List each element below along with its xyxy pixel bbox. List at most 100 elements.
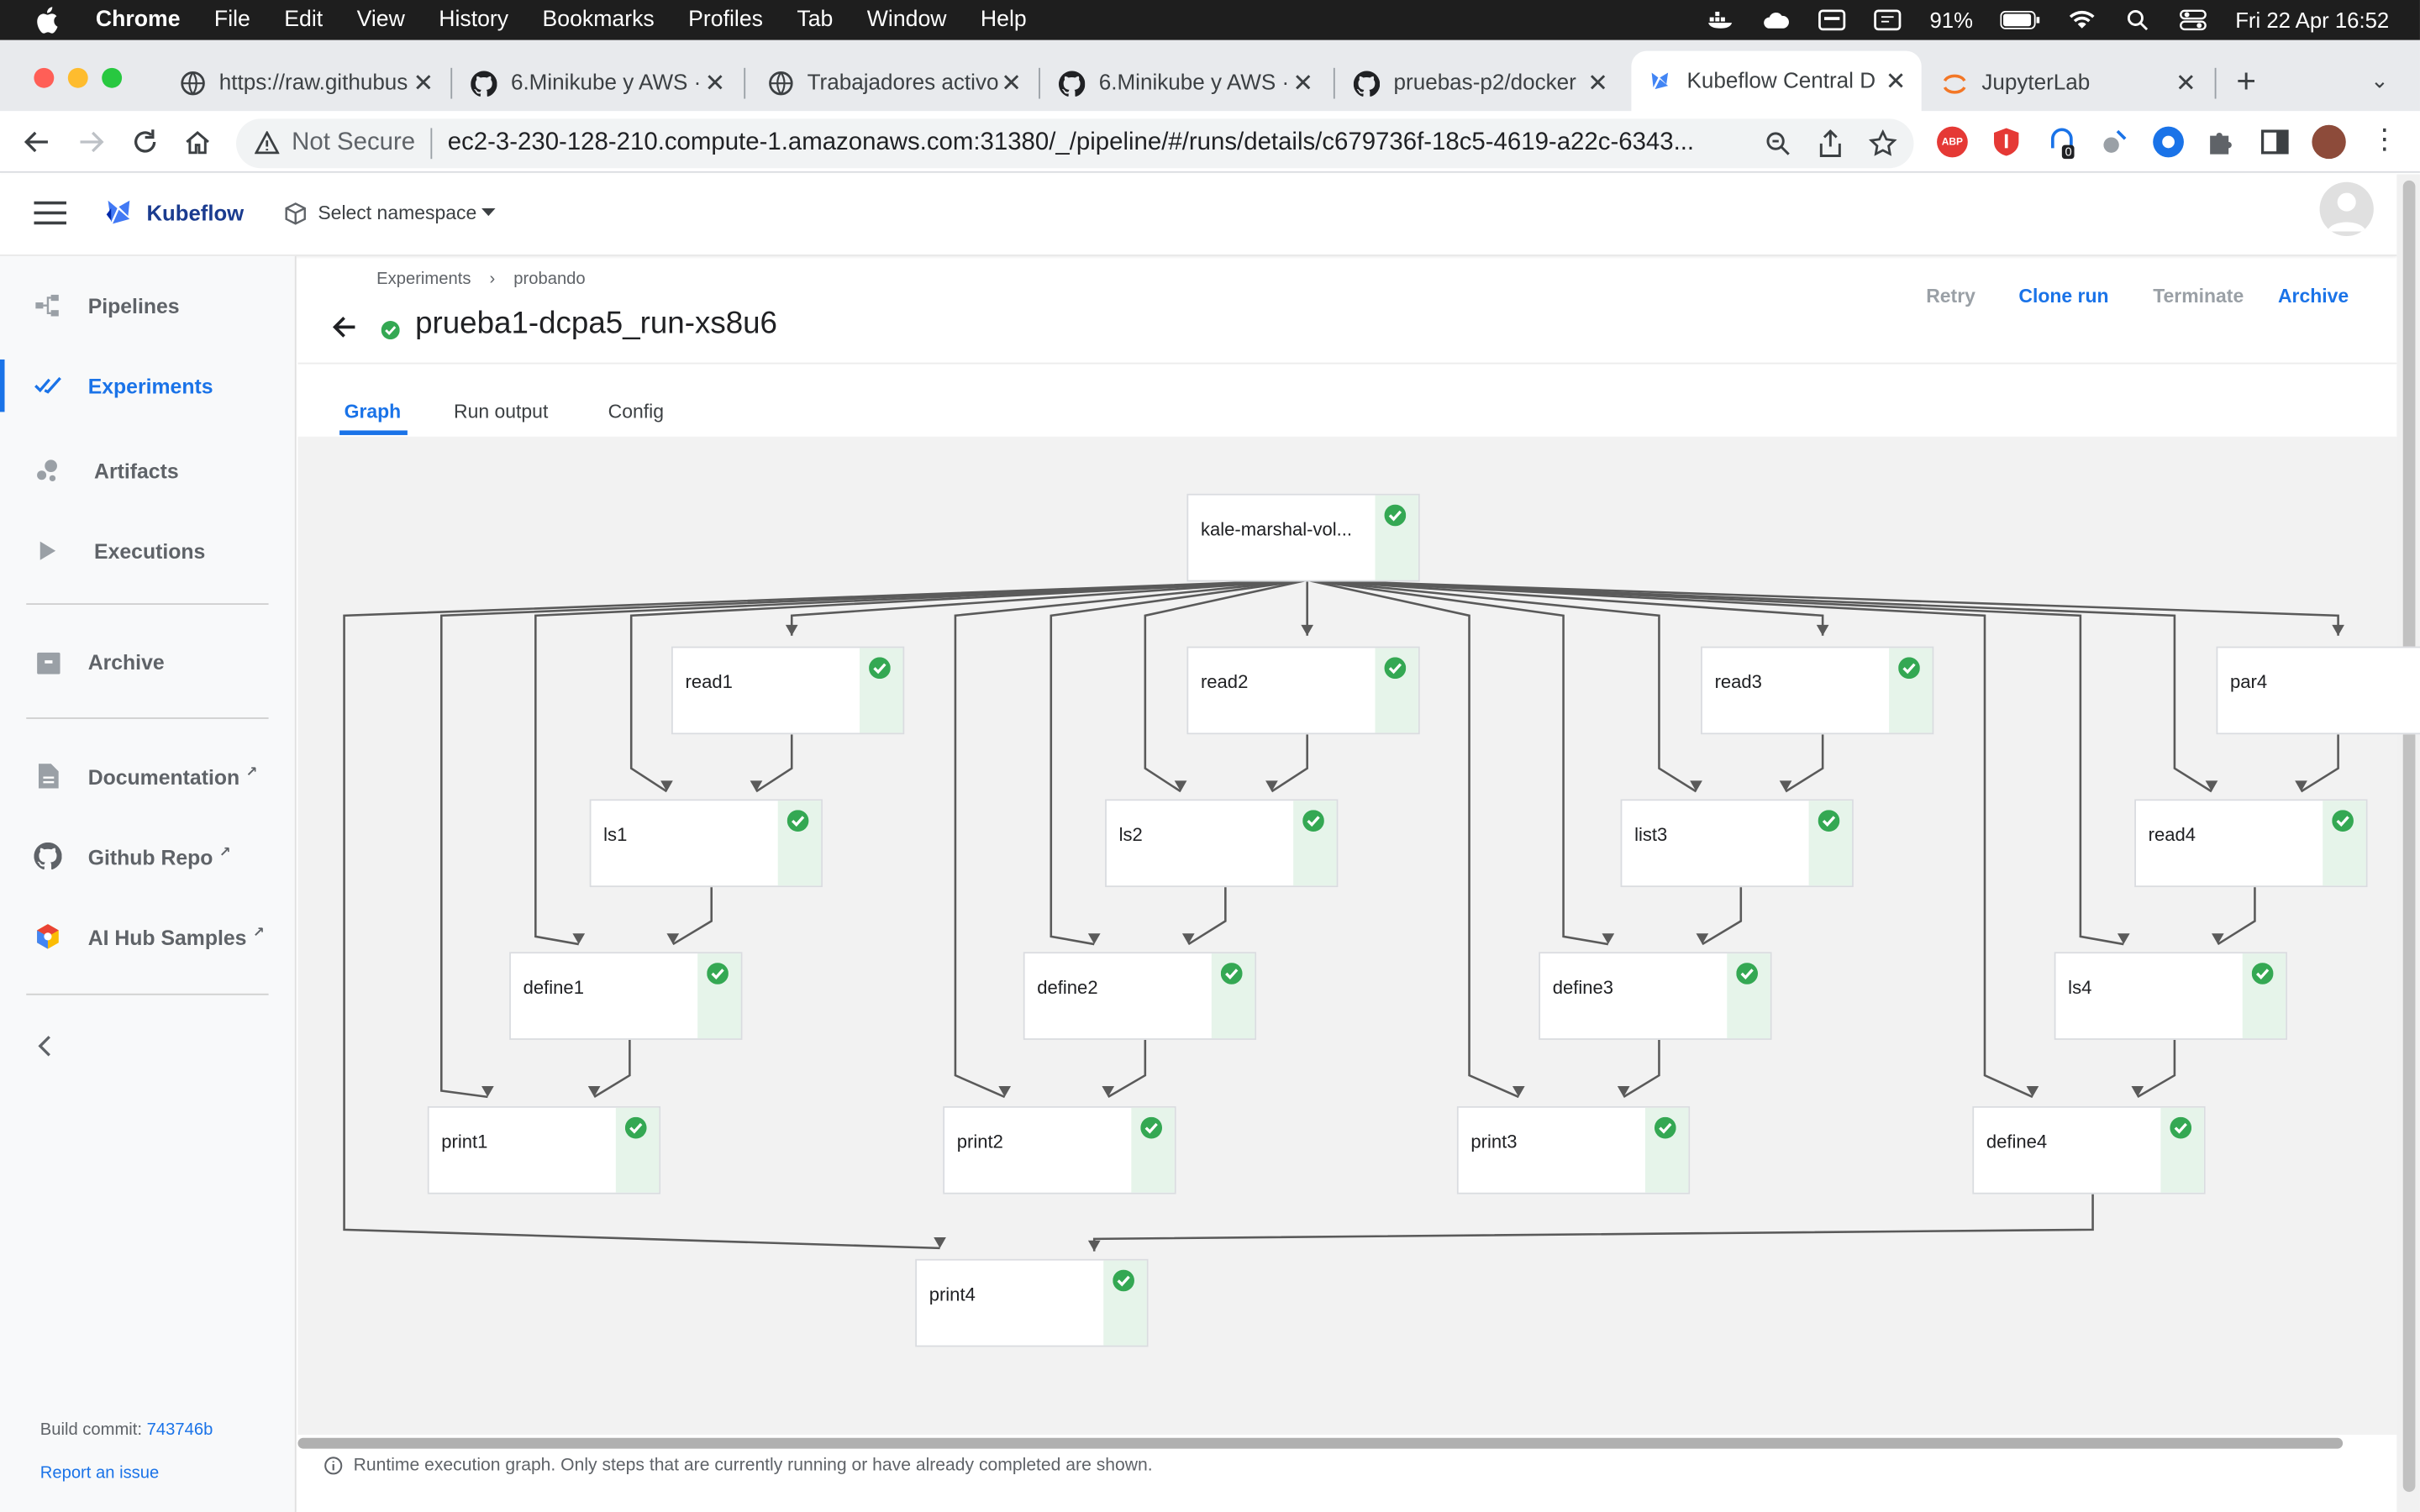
side-panel-icon[interactable] bbox=[2260, 127, 2291, 158]
close-tab-icon[interactable]: ✕ bbox=[1292, 68, 1313, 99]
menu-edit[interactable]: Edit bbox=[284, 8, 323, 32]
menu-file[interactable]: File bbox=[214, 8, 250, 32]
graph-node[interactable]: print4 bbox=[915, 1258, 1149, 1347]
menu-bookmarks[interactable]: Bookmarks bbox=[543, 8, 655, 32]
close-tab-icon[interactable]: ✕ bbox=[413, 68, 434, 99]
vpn-extension-icon[interactable] bbox=[2153, 126, 2184, 158]
docker-icon[interactable] bbox=[1707, 9, 1735, 31]
sidebar-item-github-repo[interactable]: Github Repo ↗ bbox=[0, 826, 293, 887]
puzzle-extensions-icon[interactable] bbox=[2206, 127, 2237, 158]
graph-node[interactable]: read3 bbox=[1701, 646, 1934, 735]
menu-profiles[interactable]: Profiles bbox=[688, 8, 763, 32]
browser-tab-active[interactable]: Kubeflow Central D ✕ bbox=[1631, 50, 1922, 113]
apple-icon[interactable] bbox=[34, 6, 58, 34]
chrome-menu-icon[interactable]: ⋮ bbox=[2370, 123, 2398, 156]
close-window-button[interactable] bbox=[34, 67, 55, 88]
graph-node[interactable]: define1 bbox=[509, 952, 743, 1040]
tab-graph[interactable]: Graph bbox=[345, 402, 402, 423]
shield-extension-icon[interactable] bbox=[1991, 126, 2023, 158]
home-icon[interactable] bbox=[181, 125, 214, 159]
sidebar-item-ai-hub-samples[interactable]: AI Hub Samples ↗ bbox=[0, 906, 293, 967]
menu-chrome[interactable]: Chrome bbox=[96, 8, 181, 32]
build-commit-link[interactable]: 743746b bbox=[147, 1421, 213, 1440]
reload-icon[interactable] bbox=[128, 125, 161, 159]
browser-tab[interactable]: pruebas-p2/docker ✕ bbox=[1353, 59, 1608, 108]
graph-node[interactable]: define2 bbox=[1023, 952, 1257, 1040]
page-scrollbar[interactable] bbox=[2396, 174, 2420, 1512]
bookmark-star-icon[interactable] bbox=[1869, 129, 1897, 157]
wifi-icon[interactable] bbox=[2069, 9, 2096, 31]
close-tab-icon[interactable]: ✕ bbox=[1886, 66, 1907, 97]
collapse-sidebar-chevron-icon[interactable] bbox=[37, 1035, 52, 1057]
kubeflow-brand[interactable]: Kubeflow bbox=[146, 201, 244, 225]
dropdown-arrow-icon[interactable] bbox=[481, 207, 496, 218]
warning-triangle-icon[interactable] bbox=[255, 131, 280, 155]
browser-tab[interactable]: 6.Minikube y AWS · ✕ bbox=[1058, 59, 1313, 108]
zoom-icon[interactable] bbox=[1765, 131, 1790, 155]
graph-node[interactable]: read2 bbox=[1186, 646, 1420, 735]
graph-node[interactable]: par4 bbox=[2216, 646, 2420, 735]
graph-node[interactable]: define4 bbox=[1972, 1105, 2206, 1194]
control-center-icon[interactable] bbox=[2180, 9, 2207, 31]
graph-node[interactable]: kale-marshal-vol... bbox=[1186, 493, 1420, 582]
browser-tab[interactable]: Trabajadores activo ✕ bbox=[767, 59, 1022, 108]
browser-tab[interactable]: https://raw.githubus ✕ bbox=[179, 59, 434, 108]
graph-horizontal-scrollbar[interactable] bbox=[297, 1437, 2344, 1449]
sidebar-item-documentation[interactable]: Documentation ↗ bbox=[0, 745, 293, 806]
terminate-button[interactable]: Terminate bbox=[2153, 286, 2244, 307]
graph-node[interactable]: ls4 bbox=[2054, 952, 2287, 1040]
menu-clock[interactable]: Fri 22 Apr 16:52 bbox=[2235, 8, 2389, 32]
report-issue-link[interactable]: Report an issue bbox=[40, 1464, 160, 1483]
profile-avatar[interactable] bbox=[2312, 124, 2346, 160]
sidebar-item-artifacts[interactable]: Artifacts bbox=[0, 439, 293, 501]
graph-node[interactable]: define3 bbox=[1539, 952, 1772, 1040]
graph-node[interactable]: ls2 bbox=[1105, 799, 1339, 888]
share-icon[interactable] bbox=[1818, 129, 1843, 157]
clone-run-button[interactable]: Clone run bbox=[2018, 286, 2108, 307]
close-tab-icon[interactable]: ✕ bbox=[705, 68, 726, 99]
sidebar-item-experiments[interactable]: Experiments bbox=[0, 354, 293, 416]
close-tab-icon[interactable]: ✕ bbox=[1001, 68, 1022, 99]
address-bar[interactable]: Not Secure ec2-3-230-128-210.compute-1.a… bbox=[236, 118, 1914, 169]
zoom-window-button[interactable] bbox=[102, 67, 123, 88]
graph-node[interactable]: read4 bbox=[2134, 799, 2368, 888]
extension-icon[interactable]: 0 bbox=[2046, 127, 2077, 160]
screen-icon[interactable] bbox=[1874, 9, 1902, 31]
graph-node[interactable]: print3 bbox=[1456, 1105, 1691, 1194]
namespace-selector[interactable]: Select namespace bbox=[318, 202, 476, 224]
menu-history[interactable]: History bbox=[439, 8, 508, 32]
back-arrow-icon[interactable] bbox=[332, 315, 356, 339]
forward-arrow-icon[interactable] bbox=[74, 125, 108, 159]
url-text[interactable]: ec2-3-230-128-210.compute-1.amazonaws.co… bbox=[448, 129, 1760, 157]
retry-button[interactable]: Retry bbox=[1926, 286, 1975, 307]
breadcrumb-probando[interactable]: probando bbox=[513, 270, 585, 288]
graph-node[interactable]: print2 bbox=[943, 1105, 1176, 1194]
new-tab-button[interactable]: + bbox=[2236, 61, 2256, 102]
close-tab-icon[interactable]: ✕ bbox=[2175, 68, 2196, 99]
tab-config[interactable]: Config bbox=[608, 402, 664, 423]
browser-tab[interactable]: JupyterLab ✕ bbox=[1942, 59, 2196, 108]
calendar-icon[interactable] bbox=[1818, 9, 1846, 31]
sidebar-item-archive[interactable]: Archive bbox=[0, 631, 293, 692]
satellite-extension-icon[interactable] bbox=[2099, 127, 2130, 158]
adblock-extension-icon[interactable]: ABP bbox=[1937, 126, 1968, 158]
menu-help[interactable]: Help bbox=[981, 8, 1027, 32]
graph-node[interactable]: print1 bbox=[427, 1105, 661, 1194]
battery-icon[interactable] bbox=[2001, 10, 2041, 29]
menu-window[interactable]: Window bbox=[867, 8, 947, 32]
close-tab-icon[interactable]: ✕ bbox=[1587, 68, 1608, 99]
graph-node[interactable]: ls1 bbox=[589, 799, 823, 888]
spotlight-search-icon[interactable] bbox=[2124, 9, 2152, 31]
not-secure-label[interactable]: Not Secure bbox=[292, 129, 415, 157]
browser-tab[interactable]: 6.Minikube y AWS · ✕ bbox=[471, 59, 725, 108]
tab-search-chevron-icon[interactable]: ⌄ bbox=[2370, 68, 2389, 94]
tab-run-output[interactable]: Run output bbox=[454, 402, 548, 423]
graph-node[interactable]: read1 bbox=[671, 646, 905, 735]
menu-tab[interactable]: Tab bbox=[797, 8, 833, 32]
graph-node[interactable]: list3 bbox=[1620, 799, 1854, 888]
cloud-icon[interactable] bbox=[1763, 9, 1791, 31]
sidebar-item-executions[interactable]: Executions bbox=[0, 520, 293, 581]
breadcrumb-experiments[interactable]: Experiments bbox=[376, 270, 471, 288]
menu-view[interactable]: View bbox=[357, 8, 405, 32]
hamburger-menu-icon[interactable] bbox=[34, 201, 66, 225]
